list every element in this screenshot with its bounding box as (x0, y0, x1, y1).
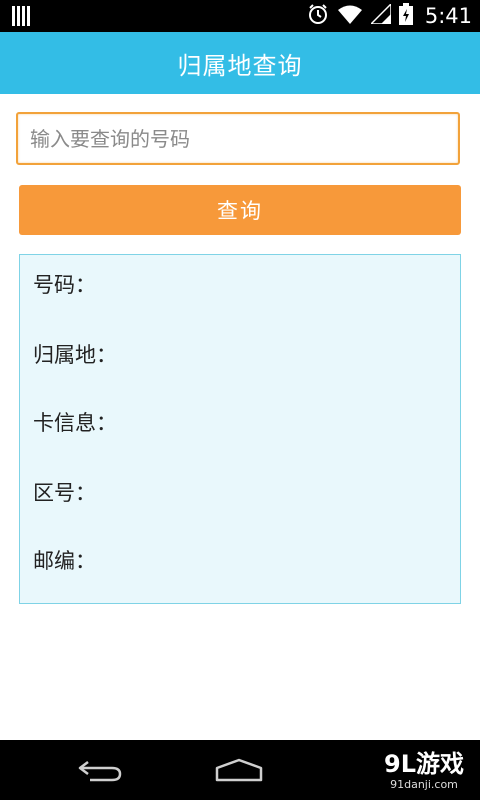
result-location-label: 归属地： (33, 343, 117, 367)
result-number-label: 号码： (33, 273, 96, 297)
status-time: 5:41 (424, 4, 472, 28)
result-postcode-label: 邮编： (33, 549, 96, 573)
alarm-icon (307, 3, 329, 29)
brand-logo: 9L游戏 (384, 750, 464, 778)
result-card-info-label: 卡信息： (33, 411, 117, 435)
battery-icon (398, 3, 413, 29)
watermark-logo: 9L游戏 91danji.com (384, 750, 464, 792)
status-bar: 5:41 (0, 0, 480, 32)
back-icon[interactable] (76, 756, 124, 788)
result-area-code-label: 区号： (33, 481, 96, 505)
wifi-icon (337, 4, 363, 28)
query-button[interactable]: 查询 (19, 185, 461, 235)
number-search-input[interactable] (16, 112, 460, 165)
signal-icon (369, 2, 392, 28)
result-panel: 号码： 归属地： 卡信息： 区号： 邮编： (19, 254, 461, 604)
page-title: 归属地查询 (177, 51, 303, 80)
barcode-icon (12, 6, 30, 30)
brand-url: 91danji.com (390, 778, 458, 791)
title-bar: 归属地查询 (0, 32, 480, 94)
home-icon[interactable] (214, 756, 264, 788)
nav-bar: 9L游戏 91danji.com (0, 740, 480, 800)
